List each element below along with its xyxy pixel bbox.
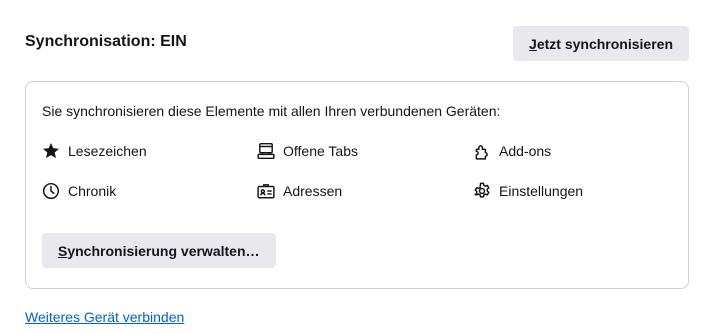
clock-icon — [42, 182, 60, 200]
sync-engine-addons: Add-ons — [473, 141, 551, 161]
manage-sync-button[interactable]: Synchronisierung verwalten… — [42, 233, 276, 268]
manage-sync-label: ynchronisierung verwalten… — [67, 242, 260, 259]
sync-now-accesskey: J — [529, 35, 537, 52]
sync-engine-label: Lesezeichen — [68, 143, 147, 159]
sync-engine-settings: Einstellungen — [473, 181, 583, 201]
sync-engine-bookmarks: Lesezeichen — [42, 141, 147, 161]
connect-another-device-link[interactable]: Weiteres Gerät verbinden — [25, 308, 184, 326]
sync-engines-card: Sie synchronisieren diese Elemente mit a… — [25, 81, 689, 289]
sync-engine-label: Adressen — [283, 183, 343, 199]
sync-status-title: Synchronisation: EIN — [25, 33, 187, 50]
sync-header: Synchronisation: EIN Jetzt synchronisier… — [25, 26, 689, 61]
sync-engines-intro: Sie synchronisieren diese Elemente mit a… — [42, 103, 501, 119]
gear-icon — [473, 182, 491, 200]
sync-engine-label: Einstellungen — [499, 183, 584, 199]
sync-engine-label: Add-ons — [499, 143, 552, 159]
sync-engine-label: Chronik — [68, 183, 117, 199]
star-icon — [42, 142, 60, 160]
open-tabs-icon — [257, 142, 275, 160]
address-card-icon — [257, 182, 275, 200]
puzzle-piece-icon — [473, 142, 491, 160]
sync-engine-history: Chronik — [42, 181, 116, 201]
sync-engine-addresses: Adressen — [257, 181, 342, 201]
sync-engine-label: Offene Tabs — [283, 143, 358, 159]
sync-section: Synchronisation: EIN Jetzt synchronisier… — [0, 0, 728, 334]
sync-now-label: etzt synchronisieren — [536, 35, 673, 52]
manage-sync-accesskey: S — [58, 242, 68, 259]
sync-engine-open-tabs: Offene Tabs — [257, 141, 358, 161]
sync-now-button[interactable]: Jetzt synchronisieren — [513, 26, 689, 61]
